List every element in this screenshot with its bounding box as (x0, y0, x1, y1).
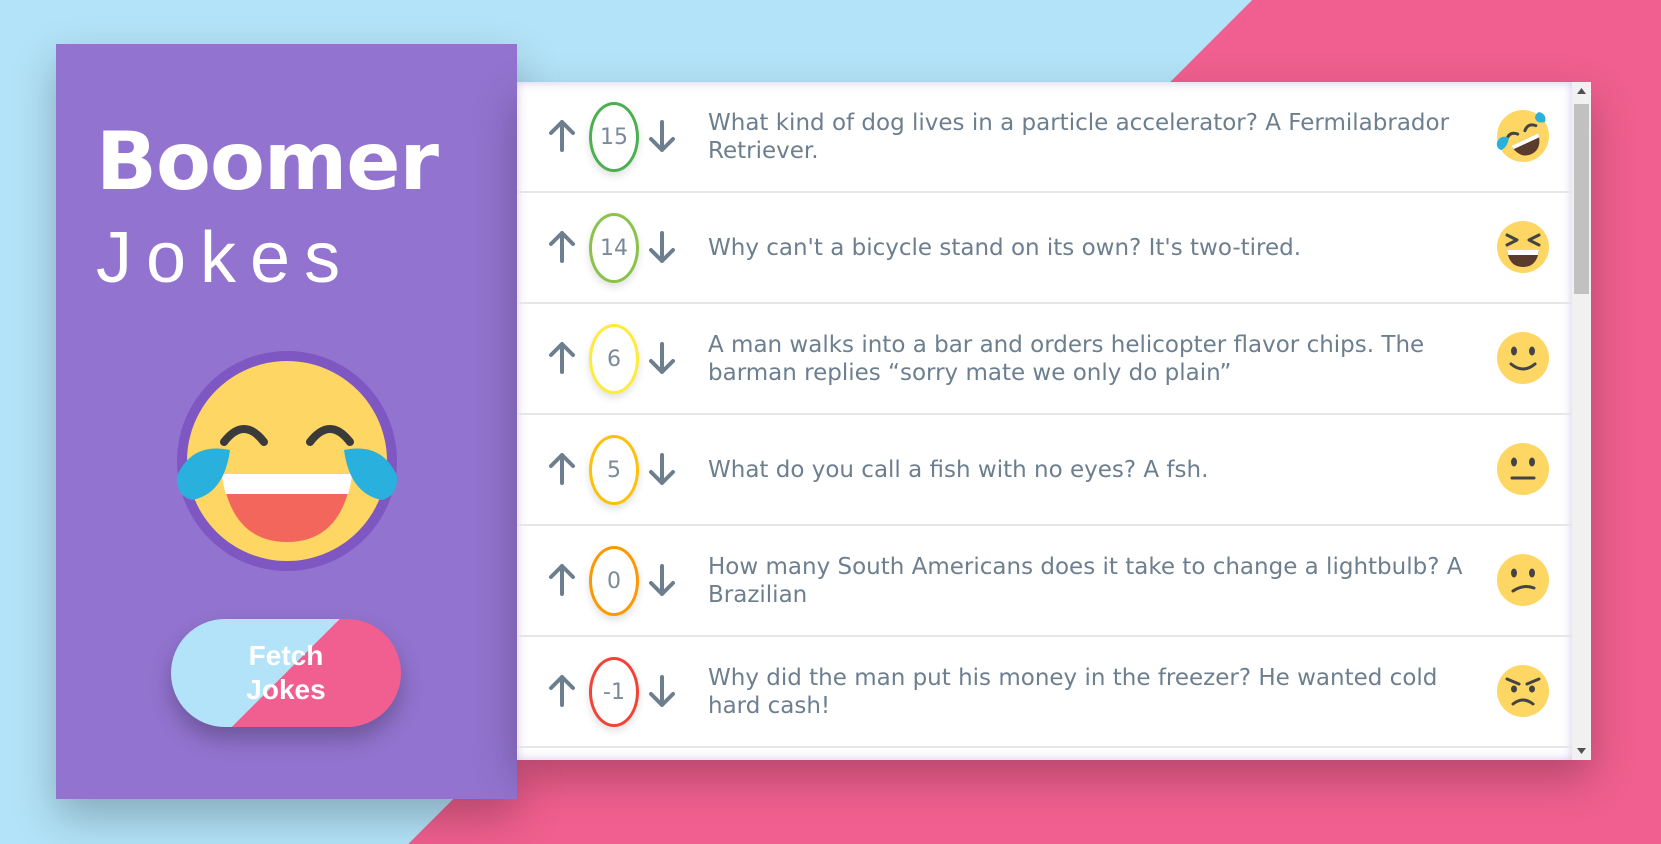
jokes-list: 15 What kind of dog lives in a particle … (517, 82, 1572, 760)
list-item: -1 Why did the man put his money in the … (517, 637, 1572, 748)
vote-count: 5 (589, 435, 639, 505)
joke-text: What do you call a fish with no eyes? A … (708, 456, 1209, 483)
upvote-arrow-icon[interactable] (547, 229, 577, 265)
fetch-jokes-button[interactable]: Fetch Jokes (171, 619, 401, 727)
neutral-face-icon (1497, 443, 1549, 495)
vote-count: 6 (589, 324, 639, 394)
app-title-bold: Boomer (96, 115, 439, 208)
scrollbar[interactable] (1572, 82, 1591, 760)
scrollbar-thumb[interactable] (1574, 104, 1589, 294)
vote-count: 0 (589, 546, 639, 616)
joke-text: What kind of dog lives in a particle acc… (708, 109, 1450, 164)
face-with-tears-of-joy-icon (176, 351, 398, 571)
upvote-arrow-icon[interactable] (547, 451, 577, 487)
list-item: 5 What do you call a fish with no eyes? … (517, 415, 1572, 526)
app-title-light: Jokes (96, 218, 355, 298)
jokes-panel: 15 What kind of dog lives in a particle … (517, 82, 1591, 760)
confused-face-icon (1497, 554, 1549, 606)
list-item: 15 What kind of dog lives in a particle … (517, 82, 1572, 193)
vote-count: 15 (589, 102, 639, 172)
vote-count: 14 (589, 213, 639, 283)
downvote-arrow-icon[interactable] (647, 673, 677, 709)
upvote-arrow-icon[interactable] (547, 340, 577, 376)
downvote-arrow-icon[interactable] (647, 118, 677, 154)
grinning-squinting-face-icon (1497, 221, 1549, 273)
list-item: 14 Why can't a bicycle stand on its own?… (517, 193, 1572, 304)
joke-text: Why did the man put his money in the fre… (708, 664, 1438, 719)
scroll-down-arrow-icon[interactable] (1572, 742, 1591, 760)
downvote-arrow-icon[interactable] (647, 451, 677, 487)
upvote-arrow-icon[interactable] (547, 673, 577, 709)
vote-count: -1 (589, 657, 639, 727)
joke-text: How many South Americans does it take to… (708, 553, 1463, 608)
upvote-arrow-icon[interactable] (547, 562, 577, 598)
downvote-arrow-icon[interactable] (647, 562, 677, 598)
list-item: 0 How many South Americans does it take … (517, 526, 1572, 637)
upvote-arrow-icon[interactable] (547, 118, 577, 154)
downvote-arrow-icon[interactable] (647, 340, 677, 376)
angry-face-icon (1497, 665, 1549, 717)
joke-text: Why can't a bicycle stand on its own? It… (708, 234, 1302, 261)
slightly-smiling-face-icon (1497, 332, 1549, 384)
list-item: 6 A man walks into a bar and orders heli… (517, 304, 1572, 415)
scroll-up-arrow-icon[interactable] (1572, 82, 1591, 100)
rolling-on-floor-laughing-icon (1496, 110, 1549, 162)
sidebar: Boomer Jokes Fetch Jokes (56, 44, 517, 799)
downvote-arrow-icon[interactable] (647, 229, 677, 265)
joke-text: A man walks into a bar and orders helico… (708, 331, 1425, 386)
